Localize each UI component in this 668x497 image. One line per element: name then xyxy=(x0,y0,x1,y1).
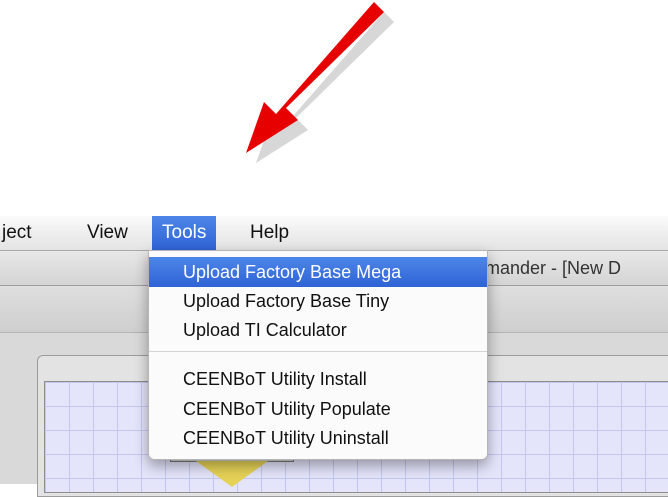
menu-item-upload-factory-base-mega[interactable]: Upload Factory Base Mega xyxy=(149,257,487,287)
menu-item-ceenbot-utility-install[interactable]: CEENBoT Utility Install xyxy=(149,364,487,394)
window-title: mmander - [New D xyxy=(470,258,622,278)
menu-view[interactable]: View xyxy=(77,216,138,250)
menu-item-upload-factory-base-tiny[interactable]: Upload Factory Base Tiny xyxy=(149,286,487,316)
menu-project[interactable]: ject xyxy=(0,216,42,250)
red-arrow-annotation xyxy=(246,2,394,163)
menu-item-ceenbot-utility-uninstall[interactable]: CEENBoT Utility Uninstall xyxy=(149,423,487,453)
menu-help[interactable]: Help xyxy=(240,216,299,250)
block-connector-triangle xyxy=(196,461,268,487)
menu-item-upload-ti-calculator[interactable]: Upload TI Calculator xyxy=(149,315,487,345)
menu-bar: ject View Tools Help xyxy=(0,216,668,251)
menu-tools[interactable]: Tools xyxy=(152,216,217,250)
menu-item-ceenbot-utility-populate[interactable]: CEENBoT Utility Populate xyxy=(149,394,487,424)
menu-separator xyxy=(149,351,487,352)
tools-dropdown-menu: Upload Factory Base Mega Upload Factory … xyxy=(148,250,488,460)
